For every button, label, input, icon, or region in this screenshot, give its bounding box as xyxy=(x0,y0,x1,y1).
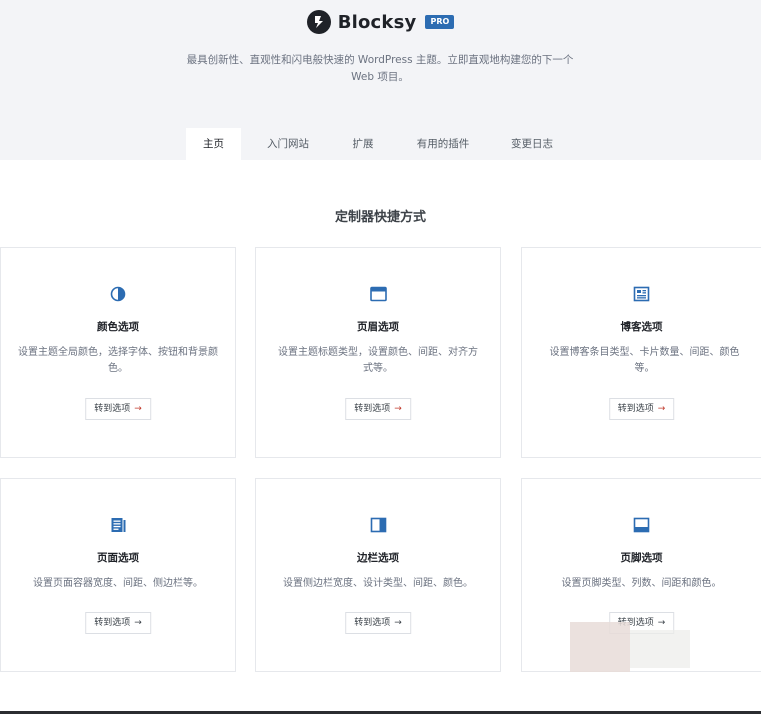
blog-grid-icon xyxy=(522,286,761,302)
card-title: 页脚选项 xyxy=(620,552,663,564)
button-label: 转到选项 xyxy=(354,618,391,628)
go-to-sidebar-options-button[interactable]: 转到选项 → xyxy=(345,612,411,634)
button-label: 转到选项 xyxy=(94,618,131,628)
tab-home[interactable]: 主页 xyxy=(186,128,241,160)
arrow-right-icon: → xyxy=(394,618,402,628)
tab-useful-plugins[interactable]: 有用的插件 xyxy=(406,128,480,160)
card-description: 设置页面容器宽度、间距、侧边栏等。 xyxy=(33,578,203,589)
card-description: 设置页脚类型、列数、间距和颜色。 xyxy=(561,578,722,589)
arrow-right-icon: → xyxy=(394,404,402,414)
card-title: 页眉选项 xyxy=(357,321,399,333)
card-description: 设置主题全局颜色，选择字体、按钮和背景颜色。 xyxy=(18,347,218,374)
watermark-overlay xyxy=(630,630,690,668)
card-title: 页面选项 xyxy=(97,552,139,564)
watermark-overlay xyxy=(570,622,630,672)
page-layout-icon xyxy=(1,517,235,533)
card-description: 设置博客条目类型、卡片数量、间距、颜色等。 xyxy=(549,347,740,374)
go-to-blog-options-button[interactable]: 转到选项 → xyxy=(608,398,675,420)
tab-changelog[interactable]: 变更日志 xyxy=(500,128,564,160)
go-to-color-options-button[interactable]: 转到选项 → xyxy=(85,398,151,420)
button-label: 转到选项 xyxy=(354,404,391,414)
card-sidebar-options: 边栏选项 设置侧边栏宽度、设计类型、间距、颜色。 转到选项 → xyxy=(255,478,501,672)
header-layout-icon xyxy=(256,286,500,302)
button-label: 转到选项 xyxy=(617,404,654,414)
sidebar-layout-icon xyxy=(256,517,500,533)
arrow-right-icon: → xyxy=(134,404,142,414)
brand-name: Blocksy xyxy=(337,11,417,33)
arrow-right-icon: → xyxy=(134,618,142,628)
pro-badge: PRO xyxy=(425,15,455,29)
button-label: 转到选项 xyxy=(94,404,131,414)
footer-layout-icon xyxy=(522,517,761,533)
tagline: 最具创新性、直观性和闪电般快速的 WordPress 主题。立即直观地构建您的下… xyxy=(186,54,574,83)
card-description: 设置侧边栏宽度、设计类型、间距、颜色。 xyxy=(283,578,473,589)
tab-extensions[interactable]: 扩展 xyxy=(340,128,386,160)
card-title: 颜色选项 xyxy=(97,321,139,333)
card-color-options: 颜色选项 设置主题全局颜色，选择字体、按钮和背景颜色。 转到选项 → xyxy=(0,247,236,458)
brand: Blocksy PRO xyxy=(0,9,761,35)
card-header-options: 页眉选项 设置主题标题类型，设置颜色、间距、对齐方式等。 转到选项 → xyxy=(255,247,501,458)
section-title: 定制器快捷方式 xyxy=(334,210,426,225)
card-title: 边栏选项 xyxy=(357,552,399,564)
arrow-right-icon: → xyxy=(657,404,666,414)
card-description: 设置主题标题类型，设置颜色、间距、对齐方式等。 xyxy=(278,347,478,374)
go-to-page-options-button[interactable]: 转到选项 → xyxy=(85,612,151,634)
card-title: 博客选项 xyxy=(620,321,663,333)
blocksy-logo-icon xyxy=(306,10,331,34)
color-drop-icon xyxy=(1,286,235,302)
tab-starter-sites[interactable]: 入门网站 xyxy=(256,128,320,160)
arrow-right-icon: → xyxy=(657,618,666,628)
tab-bar: 主页 入门网站 扩展 有用的插件 变更日志 xyxy=(0,128,761,160)
card-blog-options: 博客选项 设置博客条目类型、卡片数量、间距、颜色等。 转到选项 → xyxy=(521,247,761,458)
go-to-header-options-button[interactable]: 转到选项 → xyxy=(345,398,411,420)
card-page-options: 页面选项 设置页面容器宽度、间距、侧边栏等。 转到选项 → xyxy=(0,478,236,672)
